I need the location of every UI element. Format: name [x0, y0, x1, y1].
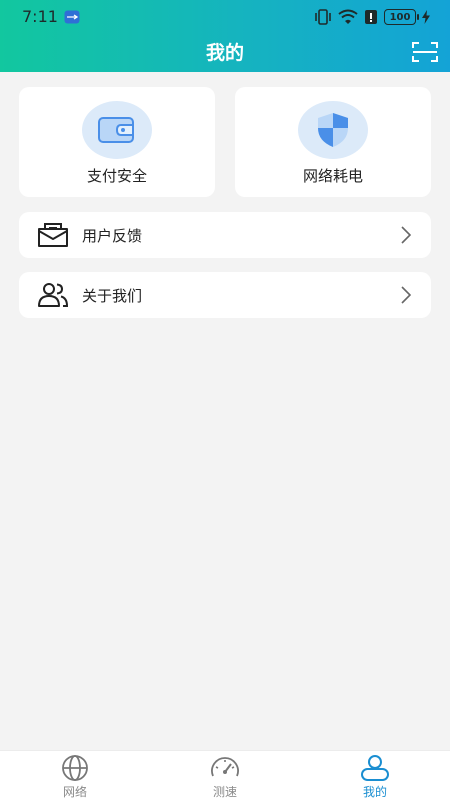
- header: 7:11 100 我的: [0, 0, 450, 72]
- card-label: 支付安全: [86, 167, 147, 185]
- wallet-icon: [98, 117, 134, 143]
- status-bar: 7:11 100: [0, 0, 450, 34]
- users-icon: [38, 283, 69, 307]
- network-power-card[interactable]: 网络耗电: [235, 87, 431, 197]
- bottom-tab-bar: 网络 测速 我的: [0, 750, 450, 800]
- feature-cards: 支付安全 网络耗电: [19, 87, 431, 197]
- usb-icon: [64, 10, 80, 24]
- mail-icon: [38, 223, 68, 247]
- about-us-row[interactable]: 关于我们: [19, 272, 431, 318]
- card-label: 网络耗电: [302, 167, 363, 185]
- status-time: 7:11: [22, 7, 58, 26]
- tab-speed-test[interactable]: 测速: [150, 751, 300, 800]
- row-label: 关于我们: [82, 287, 143, 305]
- chevron-right-icon: [401, 286, 411, 304]
- speedometer-icon: [211, 757, 239, 777]
- row-label: 用户反馈: [82, 227, 143, 245]
- card-icon-background: [82, 101, 152, 159]
- chevron-right-icon: [401, 226, 411, 244]
- vibrate-icon: [315, 9, 331, 25]
- wifi-icon: [338, 9, 358, 24]
- tab-label: 网络: [62, 785, 87, 799]
- status-icons: 100: [314, 8, 430, 26]
- shield-icon: [318, 113, 348, 147]
- feedback-row[interactable]: 用户反馈: [19, 212, 431, 258]
- globe-icon: [62, 755, 88, 781]
- page-title: 我的: [205, 42, 244, 64]
- card-icon-background: [298, 101, 368, 159]
- tab-label: 测速: [212, 785, 237, 799]
- alert-icon: [365, 10, 377, 24]
- payment-security-card[interactable]: 支付安全: [19, 87, 215, 197]
- scan-icon[interactable]: [412, 41, 438, 63]
- tab-label: 我的: [362, 785, 387, 799]
- tab-network[interactable]: 网络: [0, 751, 150, 800]
- user-icon: [361, 755, 389, 781]
- battery-indicator: 100: [384, 9, 419, 25]
- tab-mine[interactable]: 我的: [300, 751, 450, 800]
- charging-icon: [422, 10, 430, 24]
